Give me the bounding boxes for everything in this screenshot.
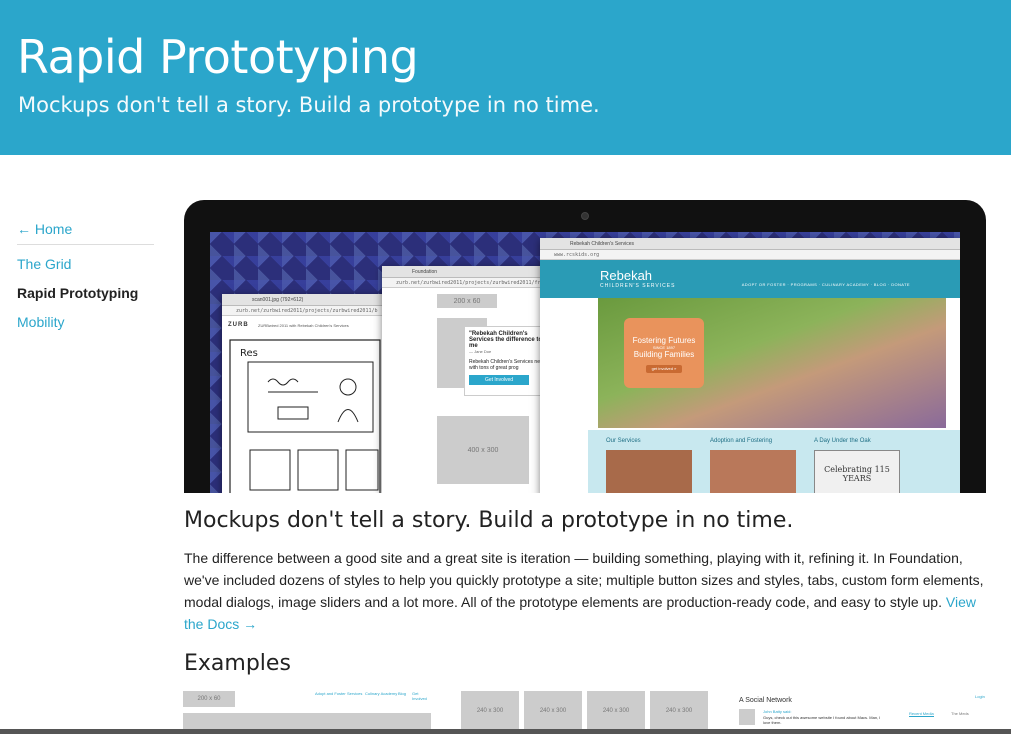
rebekah-logo-tag: CHILDREN'S SERVICES (600, 283, 676, 289)
example1-nav-2: Services (347, 691, 363, 696)
foundation-window-tab: Foundation (382, 266, 557, 278)
rebekah-site-nav: ADOPT OR FOSTER · PROGRAMS · CULINARY AC… (741, 282, 910, 287)
rebekah-logo: Rebekah CHILDREN'S SERVICES (600, 268, 675, 289)
example2-grid-box-2: 240 x 300 (524, 691, 582, 731)
sidebar-item-the-grid[interactable]: The Grid (17, 250, 154, 279)
fostering-futures-badge: Fostering Futures SINCE 1897 Building Fa… (624, 318, 704, 388)
testimonial-text: Rebekah Children's Services need with to… (469, 359, 546, 371)
foundation-window-url: zurb.net/zurbwired2011/projects/zurbwire… (382, 278, 557, 288)
social-post-text: Guys, check out this awesome website I f… (763, 715, 881, 725)
rebekah-browser-window: Rebekah Children's Services www.rcskids.… (540, 238, 960, 493)
get-involved-button: Get Involved (469, 375, 529, 385)
col-image-services (606, 450, 692, 493)
social-network-title: A Social Network (739, 697, 792, 704)
sidebar-nav: ← Home The Grid Rapid Prototyping Mobili… (17, 215, 154, 337)
paragraph-text: The difference between a good site and a… (184, 550, 984, 610)
section-paragraph: The difference between a good site and a… (184, 547, 984, 635)
laptop-image: scan001.jpg (792×612) zurb.net/zurbwired… (184, 200, 986, 493)
celebrating-115-years-badge: Celebrating 115 YEARS (814, 450, 900, 493)
sketch-logo: ZURB (228, 322, 249, 328)
social-tab-meds: The Meds (951, 711, 969, 716)
page-header: Rapid Prototyping Mockups don't tell a s… (0, 0, 1011, 155)
rebekah-window-tab: Rebekah Children's Services (540, 238, 960, 250)
rebekah-window-url: www.rcskids.org (540, 250, 960, 260)
col-our-services: Our Services (606, 438, 641, 444)
example2-grid-box-4: 240 x 300 (650, 691, 708, 731)
social-tab-recent-media: Recent Media (909, 711, 934, 717)
badge-get-involved: get involved » (646, 365, 682, 373)
example1-nav-3: Culinary Academy (365, 691, 398, 696)
sketch-note: ZURBwired 2011 with Rebekah Children's S… (258, 323, 349, 328)
sidebar-home-link[interactable]: ← Home (17, 215, 154, 245)
social-avatar (739, 709, 755, 725)
rebekah-hero-photo: Fostering Futures SINCE 1897 Building Fa… (598, 298, 946, 428)
laptop-screen: scan001.jpg (792×612) zurb.net/zurbwired… (210, 232, 960, 493)
col-adoption-fostering: Adoption and Fostering (710, 438, 773, 444)
laptop-camera (581, 212, 589, 220)
example1-logo-box: 200 x 60 (183, 691, 235, 707)
social-login-link: Login (975, 694, 985, 699)
social-user-name: John Batty said: (763, 709, 792, 714)
section-heading: Mockups don't tell a story. Build a prot… (184, 508, 794, 533)
badge-line1: Fostering Futures (632, 336, 696, 345)
placeholder-box-200x60: 200 x 60 (437, 294, 497, 308)
sketch-window-url: zurb.net/zurbwired2011/projects/zurbwire… (222, 306, 392, 316)
badge-line2: Building Families (633, 350, 695, 359)
examples-heading: Examples (184, 651, 291, 676)
example2-grid-box-3: 240 x 300 (587, 691, 645, 731)
page-subtitle: Mockups don't tell a story. Build a prot… (18, 93, 600, 117)
col-image-adoption (710, 450, 796, 493)
example-thumbnail-3[interactable]: A Social Network Login John Batty said: … (739, 689, 989, 734)
sidebar-item-mobility[interactable]: Mobility (17, 308, 154, 337)
example2-grid-box-1: 240 x 300 (461, 691, 519, 731)
rebekah-logo-name: Rebekah (600, 268, 653, 283)
example1-nav-4: Blog (398, 691, 407, 696)
testimonial-author: — Jane Doe (469, 349, 492, 354)
page-title: Rapid Prototyping (17, 30, 419, 84)
foundation-browser-window: Foundation zurb.net/zurbwired2011/projec… (382, 266, 557, 493)
rebekah-site-header: Rebekah CHILDREN'S SERVICES ADOPT OR FOS… (540, 260, 960, 298)
example1-nav-1: Adopt and Foster (315, 691, 346, 696)
example1-nav-5: Get Involved (412, 691, 427, 701)
sketch-window-tab: scan001.jpg (792×612) (222, 294, 392, 306)
wireframe-sketch: Res (229, 339, 381, 493)
placeholder-box-400x300: 400 x 300 (437, 416, 529, 484)
sketch-browser-window: scan001.jpg (792×612) zurb.net/zurbwired… (222, 294, 392, 493)
svg-text:Res: Res (240, 348, 258, 359)
bottom-scroll-edge (0, 729, 1011, 734)
col-day-under-oak: A Day Under the Oak (814, 438, 871, 444)
example-thumbnail-2[interactable]: 240 x 300 240 x 300 240 x 300 240 x 300 (461, 689, 711, 734)
sidebar-item-rapid-prototyping[interactable]: Rapid Prototyping (17, 279, 154, 308)
example-thumbnail-1[interactable]: 200 x 60 Adopt and Foster Services Culin… (183, 689, 433, 734)
testimonial-quote: "Rebekah Children's Services the differe… (469, 331, 543, 349)
